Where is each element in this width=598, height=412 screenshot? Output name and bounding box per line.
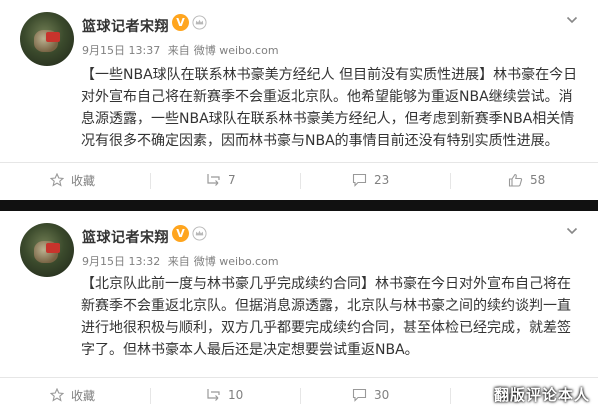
thumbs-up-icon [508,173,523,187]
repost-icon [207,174,220,186]
post-separator [0,200,598,211]
comment-count: 30 [374,388,390,402]
action-bar: 收藏 7 23 58 [0,162,598,196]
content-line: 进行地很积极与顺利，双方几乎都要完成续约合同，甚至体检已经完成，就差签 [81,320,571,336]
divider [300,173,301,189]
repost-button[interactable]: 7 [206,163,236,197]
post-meta: 9月15日 13:32 来自 微博 weibo.com [82,253,283,269]
divider [450,173,451,189]
star-icon [50,173,64,187]
repost-button[interactable]: 10 [206,378,243,412]
divider [150,388,151,404]
content-line: 字了。但林书豪本人最后还是决定想要尝试重返NBA。 [81,342,419,358]
divider [300,388,301,404]
post-date[interactable]: 9月15日 13:32 [82,255,160,268]
chevron-down-icon[interactable] [566,14,578,26]
repost-count: 10 [228,388,244,402]
post-source[interactable]: 微博 weibo.com [194,255,279,268]
avatar-badge [46,32,60,42]
crown-icon [192,15,207,30]
like-count: 58 [530,173,546,187]
chevron-down-icon[interactable] [566,225,578,237]
source-prefix: 来自 [167,255,190,268]
weibo-post: 篮球记者宋翔 V 9月15日 13:32 来自 微博 weibo.com 【北京队… [0,211,598,411]
comment-button[interactable]: 23 [352,163,389,197]
post-source[interactable]: 微博 weibo.com [194,44,279,57]
comment-button[interactable]: 30 [352,378,389,412]
post-content: 【北京队此前一度与林书豪几乎完成续约合同】林书豪在今日对外宣布自己将在 新赛季不… [81,273,581,361]
favorite-label: 收藏 [71,173,96,188]
avatar-badge [46,243,60,253]
comment-count: 23 [374,173,390,187]
content-line: 息源透露，一些NBA球队在联系林书豪美方经纪人，但考虑到新赛季NBA相关情 [81,111,575,127]
avatar[interactable] [20,223,74,277]
comment-icon [352,388,367,402]
favorite-button[interactable]: 收藏 [50,378,95,412]
favorite-button[interactable]: 收藏 [50,163,95,197]
divider [150,173,151,189]
like-button[interactable]: 58 [508,163,545,197]
content-line: 新赛季不会重返北京队。但据消息源透露，北京队与林书豪之间的续约谈判一直 [81,298,571,314]
post-content: 【一些NBA球队在联系林书豪美方经纪人 但目前没有实质性进展】林书豪在今日 对外… [81,64,581,152]
avatar[interactable] [20,12,74,66]
verified-badge-icon: V [172,14,189,31]
divider [450,388,451,404]
verified-badge-icon: V [172,225,189,242]
repost-count: 7 [228,173,236,187]
comment-icon [352,173,367,187]
crown-icon [192,226,207,241]
watermark: 翻版评论本人 [493,386,590,404]
content-line: 况有很多不确定因素，因而林书豪与NBA的事情目前还没有特别实质性进展。 [81,133,559,149]
weibo-post: 篮球记者宋翔 V 9月15日 13:37 来自 微博 weibo.com 【一些N… [0,0,598,200]
post-date[interactable]: 9月15日 13:37 [82,44,160,57]
author-name[interactable]: 篮球记者宋翔 [82,16,169,36]
favorite-label: 收藏 [71,388,96,403]
content-line: 对外宣布自己将在新赛季不会重返北京队。他希望能够为重返NBA继续尝试。消 [81,89,573,105]
star-icon [50,388,64,402]
source-prefix: 来自 [167,44,190,57]
post-meta: 9月15日 13:37 来自 微博 weibo.com [82,42,283,58]
repost-icon [207,389,220,401]
content-line: 【一些NBA球队在联系林书豪美方经纪人 但目前没有实质性进展】林书豪在今日 [81,67,578,83]
content-line: 【北京队此前一度与林书豪几乎完成续约合同】林书豪在今日对外宣布自己将在 [81,276,571,292]
author-name[interactable]: 篮球记者宋翔 [82,227,169,247]
